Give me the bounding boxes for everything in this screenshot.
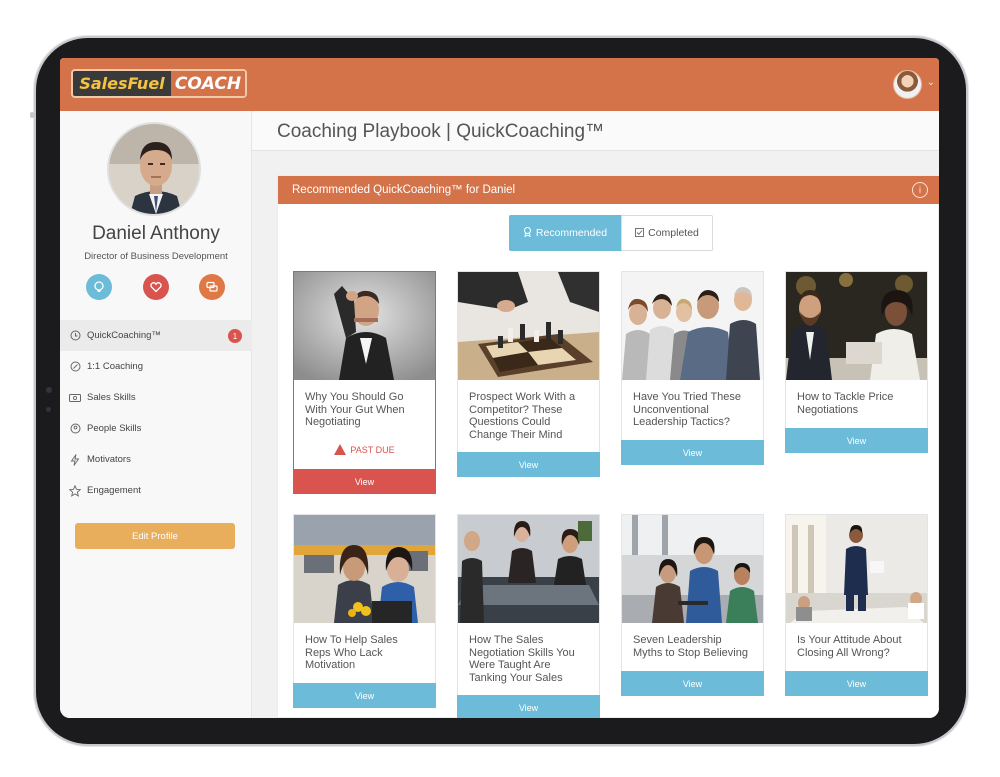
profile-name: Daniel Anthony bbox=[92, 223, 220, 244]
checkbox-icon bbox=[635, 227, 645, 239]
panel-title: Recommended QuickCoaching™ for Daniel bbox=[292, 184, 516, 196]
chat-icon bbox=[206, 281, 218, 292]
sidebar-item-label: People Skills bbox=[87, 423, 142, 434]
tab-label: Completed bbox=[648, 227, 699, 239]
salesfuel-coach-logo[interactable]: SalesFuel COACH bbox=[71, 69, 247, 98]
view-button[interactable]: View bbox=[457, 695, 600, 718]
bolt-icon bbox=[69, 453, 81, 466]
card-title: Have You Tried These Unconventional Lead… bbox=[633, 391, 742, 428]
edit-profile-button[interactable]: Edit Profile bbox=[75, 523, 235, 549]
tablet-side-button bbox=[30, 112, 34, 118]
ribbon-icon bbox=[523, 227, 532, 239]
top-bar: SalesFuel COACH ⌄ bbox=[60, 58, 939, 111]
panel-header: Recommended QuickCoaching™ for Daniel i bbox=[278, 176, 939, 204]
recommendations-panel: Recommended QuickCoaching™ for Daniel i … bbox=[277, 175, 939, 718]
camera-icon bbox=[46, 387, 52, 393]
notification-badge: 1 bbox=[228, 329, 242, 343]
card-image bbox=[294, 515, 435, 623]
coaching-card[interactable]: Prospect Work With a Competitor? These Q… bbox=[457, 271, 600, 477]
lightbulb-button[interactable] bbox=[86, 274, 112, 300]
view-button[interactable]: View bbox=[293, 683, 436, 708]
heart-button[interactable] bbox=[143, 274, 169, 300]
sensor-icon bbox=[46, 407, 51, 412]
coaching-card[interactable]: How to Tackle Price Negotiations View bbox=[785, 271, 928, 453]
card-image bbox=[458, 272, 599, 380]
view-button[interactable]: View bbox=[621, 440, 764, 465]
view-button[interactable]: View bbox=[293, 469, 436, 494]
app-screen: SalesFuel COACH ⌄ Daniel Anthony Directo… bbox=[60, 58, 939, 718]
heart-icon bbox=[150, 282, 162, 293]
sidebar-item-label: 1:1 Coaching bbox=[87, 361, 143, 372]
sidebar-item-label: Sales Skills bbox=[87, 392, 136, 403]
sidebar-item-engagement[interactable]: Engagement bbox=[60, 475, 252, 506]
info-icon[interactable]: i bbox=[912, 182, 928, 198]
view-button[interactable]: View bbox=[785, 671, 928, 696]
coaching-card[interactable]: How To Help Sales Reps Who Lack Motivati… bbox=[293, 514, 436, 708]
tab-label: Recommended bbox=[535, 227, 608, 239]
sidebar-item-1-1-coaching[interactable]: 1:1 Coaching bbox=[60, 351, 252, 382]
sidebar-item-people-skills[interactable]: People Skills bbox=[60, 413, 252, 444]
tab-completed[interactable]: Completed bbox=[621, 215, 713, 251]
people-skills-icon bbox=[69, 423, 81, 435]
card-image bbox=[622, 272, 763, 380]
card-image bbox=[786, 515, 927, 623]
card-image bbox=[294, 272, 435, 380]
card-image bbox=[458, 515, 599, 623]
warning-icon bbox=[334, 444, 347, 455]
card-title: How to Tackle Price Negotiations bbox=[797, 391, 894, 416]
sidebar-item-quickcoaching[interactable]: QuickCoaching™ 1 bbox=[60, 320, 252, 351]
page-title: Coaching Playbook | QuickCoaching™ bbox=[277, 121, 605, 142]
coaching-card[interactable]: Why You Should Go With Your Gut When Neg… bbox=[293, 271, 436, 494]
view-button[interactable]: View bbox=[621, 671, 764, 696]
sidebar-nav: QuickCoaching™ 1 1:1 Coaching Sales Skil… bbox=[60, 320, 252, 506]
status-label: PAST DUE bbox=[350, 445, 395, 455]
logo-coach: COACH bbox=[171, 71, 245, 96]
profile-role: Director of Business Development bbox=[84, 251, 228, 262]
page-header: Coaching Playbook | QuickCoaching™ bbox=[252, 111, 939, 151]
sidebar-item-motivators[interactable]: Motivators bbox=[60, 444, 252, 475]
chevron-down-icon[interactable]: ⌄ bbox=[927, 77, 935, 88]
coaching-icon bbox=[69, 361, 81, 373]
card-image bbox=[622, 515, 763, 623]
user-avatar[interactable] bbox=[893, 70, 922, 99]
sidebar-item-sales-skills[interactable]: Sales Skills bbox=[60, 382, 252, 413]
coaching-card[interactable]: Seven Leadership Myths to Stop Believing… bbox=[621, 514, 764, 696]
tab-recommended[interactable]: Recommended bbox=[509, 215, 621, 251]
sales-skills-icon bbox=[69, 392, 81, 404]
past-due-status: PAST DUE bbox=[294, 444, 435, 455]
card-title: How To Help Sales Reps Who Lack Motivati… bbox=[305, 634, 398, 671]
view-button[interactable]: View bbox=[457, 452, 600, 477]
star-icon bbox=[69, 484, 81, 497]
card-title: How The Sales Negotiation Skills You Wer… bbox=[469, 634, 575, 684]
card-image bbox=[786, 272, 927, 380]
profile-photo bbox=[107, 122, 201, 216]
coaching-card[interactable]: How The Sales Negotiation Skills You Wer… bbox=[457, 514, 600, 718]
coaching-card[interactable]: Have You Tried These Unconventional Lead… bbox=[621, 271, 764, 465]
chat-button[interactable] bbox=[199, 274, 225, 300]
tab-group: Recommended Completed bbox=[509, 215, 713, 251]
sidebar: Daniel Anthony Director of Business Deve… bbox=[60, 111, 252, 718]
card-title: Why You Should Go With Your Gut When Neg… bbox=[305, 391, 405, 428]
coaching-card[interactable]: Is Your Attitude About Closing All Wrong… bbox=[785, 514, 928, 696]
view-button[interactable]: View bbox=[785, 428, 928, 453]
sidebar-item-label: Motivators bbox=[87, 454, 131, 465]
sidebar-item-label: QuickCoaching™ bbox=[87, 330, 161, 341]
lightbulb-icon bbox=[94, 281, 104, 292]
card-title: Is Your Attitude About Closing All Wrong… bbox=[797, 634, 902, 659]
card-title: Prospect Work With a Competitor? These Q… bbox=[469, 391, 576, 441]
quickcoaching-icon bbox=[69, 330, 81, 342]
sidebar-item-label: Engagement bbox=[87, 485, 141, 496]
card-title: Seven Leadership Myths to Stop Believing bbox=[633, 634, 748, 659]
logo-salesfuel: SalesFuel bbox=[79, 74, 165, 93]
